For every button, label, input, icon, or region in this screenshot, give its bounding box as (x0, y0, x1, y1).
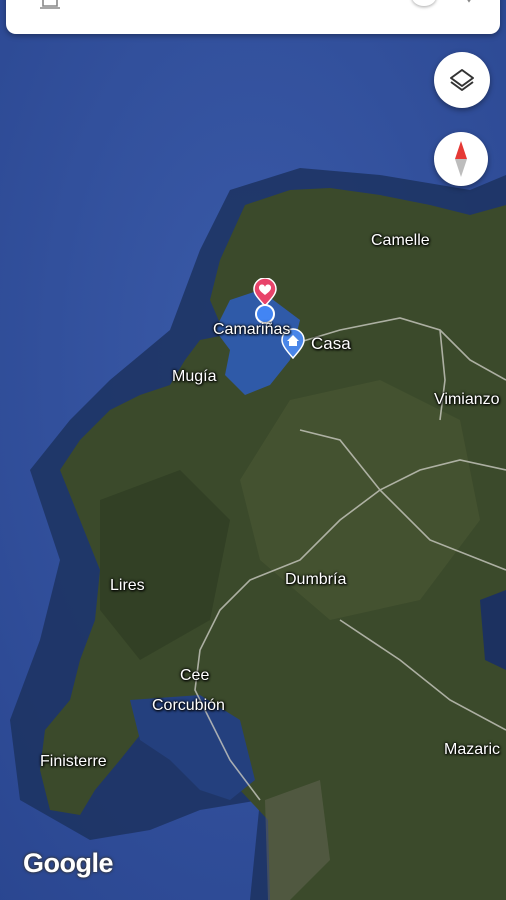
place-label-corcubion: Corcubión (152, 697, 225, 714)
toggle-switch[interactable] (412, 0, 436, 6)
place-label-finisterre: Finisterre (40, 753, 107, 770)
layers-icon (450, 69, 474, 91)
google-logo: Google (23, 848, 114, 878)
place-label-casa: Casa (311, 334, 351, 353)
place-label-camarinas: Camariñas (213, 321, 291, 338)
bell-icon[interactable] (38, 0, 62, 12)
place-label-lires: Lires (110, 577, 145, 594)
top-panel (6, 0, 500, 34)
place-label-cee: Cee (180, 667, 210, 684)
place-label-vimianzo: Vimianzo (434, 391, 500, 408)
chevron-icon[interactable] (462, 0, 476, 6)
compass-button[interactable] (434, 132, 488, 186)
layers-button[interactable] (434, 52, 490, 108)
place-label-camelle: Camelle (371, 232, 430, 249)
place-label-dumbria: Dumbría (285, 571, 347, 588)
place-label-mazaricos: Mazaric (444, 741, 501, 758)
place-label-mugia: Mugía (172, 368, 217, 385)
compass-icon (455, 141, 467, 177)
